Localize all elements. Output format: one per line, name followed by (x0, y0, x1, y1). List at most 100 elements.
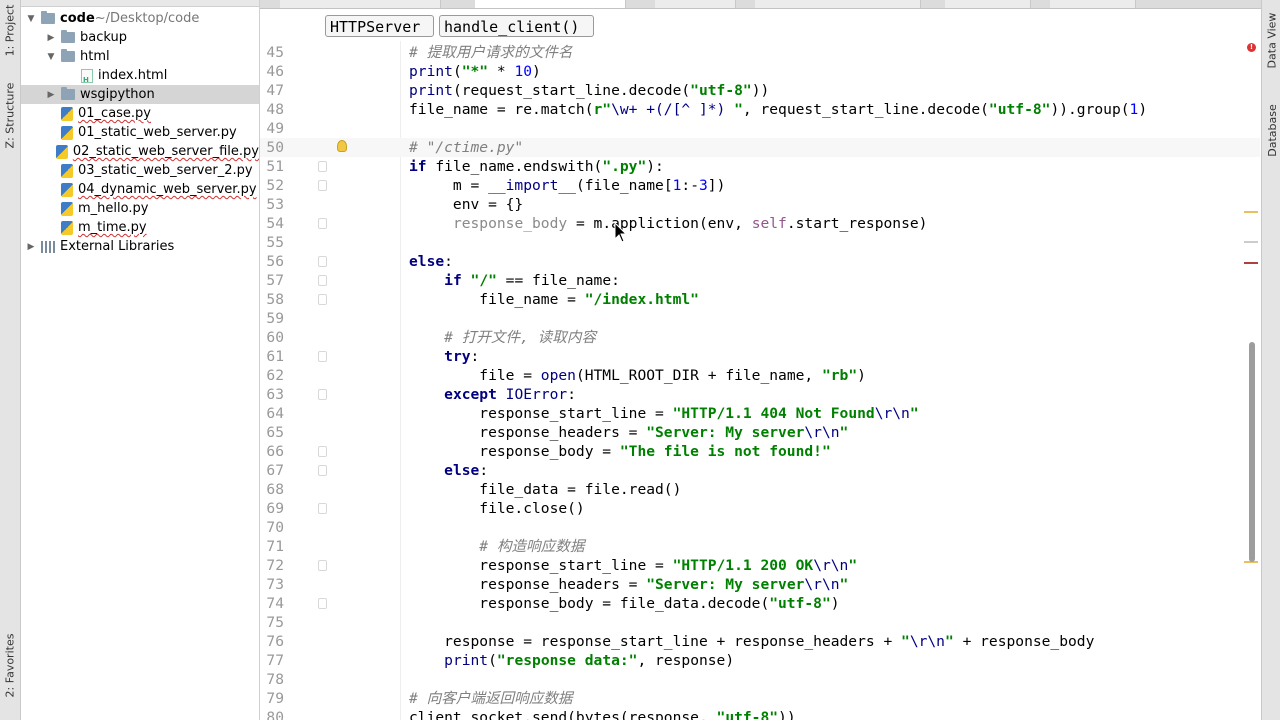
code-line[interactable]: 65 response_headers = "Server: My server… (260, 423, 1260, 442)
code-line[interactable]: 71 # 构造响应数据 (260, 537, 1260, 556)
fold-marker-icon[interactable] (318, 560, 327, 571)
chevron-right-icon[interactable]: ▶ (45, 33, 57, 43)
chevron-right-icon[interactable]: ▶ (25, 242, 37, 252)
code-line[interactable]: 45 # 提取用户请求的文件名 (260, 43, 1260, 62)
code-line[interactable]: 69 file.close() (260, 499, 1260, 518)
fold-marker-icon[interactable] (318, 161, 327, 172)
code-line[interactable]: 75 (260, 613, 1260, 632)
code-line[interactable]: 61 try: (260, 347, 1260, 366)
editor-tab[interactable] (755, 0, 921, 8)
code-line[interactable]: 66 response_body = "The file is not foun… (260, 442, 1260, 461)
code-line[interactable]: 59 (260, 309, 1260, 328)
fold-marker-icon[interactable] (318, 256, 327, 267)
editor-tab-active[interactable] (475, 0, 626, 8)
code-line[interactable]: 73 response_headers = "Server: My server… (260, 575, 1260, 594)
code-line[interactable]: 54 response_body = m.appliction(env, sel… (260, 214, 1260, 233)
code-text: # "/ctime.py" (409, 139, 524, 156)
breadcrumb-class[interactable]: HTTPServer (325, 15, 434, 37)
tree-item[interactable]: ▼ code ~/Desktop/code (21, 9, 259, 28)
fold-marker-icon[interactable] (318, 294, 327, 305)
code-line[interactable]: 46 print("*" * 10) (260, 62, 1260, 81)
code-line[interactable]: 79 # 向客户端返回响应数据 (260, 689, 1260, 708)
tree-item[interactable]: 04_dynamic_web_server.py (21, 180, 259, 199)
code-line[interactable]: 51 if file_name.endswith(".py"): (260, 157, 1260, 176)
tree-item[interactable]: ▶ wsgipython (21, 85, 259, 104)
code-line[interactable]: 53 env = {} (260, 195, 1260, 214)
tree-item[interactable]: ▶ External Libraries (21, 237, 259, 256)
fold-marker-icon[interactable] (318, 180, 327, 191)
fold-marker-icon[interactable] (318, 598, 327, 609)
code-line[interactable]: 48 file_name = re.match(r"\w+ +(/[^ ]*) "… (260, 100, 1260, 119)
database-tool-tab[interactable]: Database (1262, 90, 1280, 170)
code-text: response_body = m.appliction(env, self.s… (452, 215, 928, 232)
fold-marker-icon[interactable] (318, 503, 327, 514)
line-number: 66 (266, 443, 284, 460)
tree-item[interactable]: ▼ html (21, 47, 259, 66)
code-line[interactable]: 50 # "/ctime.py" (260, 138, 1260, 157)
tree-item[interactable]: 01_case.py (21, 104, 259, 123)
chevron-right-icon[interactable]: ▶ (45, 90, 57, 100)
editor-tab[interactable] (655, 0, 736, 8)
fold-marker-icon[interactable] (318, 446, 327, 457)
line-number: 45 (266, 44, 284, 61)
code-line[interactable]: 68 file_data = file.read() (260, 480, 1260, 499)
fold-marker-icon[interactable] (318, 389, 327, 400)
code-line[interactable]: 70 (260, 518, 1260, 537)
code-line[interactable]: 52 m = __import__(file_name[1:-3]) (260, 176, 1260, 195)
code-line[interactable]: 49 (260, 119, 1260, 138)
code-line[interactable]: 80 client_socket.send(bytes(response, "ut… (260, 708, 1260, 720)
code-line[interactable]: 77 print("response data:", response) (260, 651, 1260, 670)
info-marker[interactable] (1244, 241, 1258, 243)
structure-tool-tab[interactable]: Z: Structure (0, 70, 20, 160)
warning-marker[interactable] (1244, 211, 1258, 213)
tree-item[interactable]: index.html (21, 66, 259, 85)
code-text: else: (444, 462, 489, 479)
code-text: file = open(HTML_ROOT_DIR + file_name, "… (409, 367, 866, 384)
tree-item-label: 02_static_web_server_file.py (72, 144, 259, 159)
fold-marker-icon[interactable] (318, 465, 327, 476)
tree-item[interactable]: m_hello.py (21, 199, 259, 218)
fold-marker-icon[interactable] (318, 218, 327, 229)
code-line[interactable]: 47 print(request_start_line.decode("utf-8… (260, 81, 1260, 100)
code-line[interactable]: 63 except IOError: (260, 385, 1260, 404)
code-line[interactable]: 72 response_start_line = "HTTP/1.1 200 O… (260, 556, 1260, 575)
error-marker[interactable] (1244, 262, 1258, 264)
line-number: 78 (266, 671, 284, 688)
tree-item[interactable]: 01_static_web_server.py (21, 123, 259, 142)
fold-marker-icon[interactable] (318, 275, 327, 286)
code-editor[interactable]: 45 # 提取用户请求的文件名 46 print("*" * 10) 47 print(r… (260, 41, 1260, 720)
project-tool-tab[interactable]: 1: Project (0, 0, 20, 60)
code-line[interactable]: 76 response = response_start_line + resp… (260, 632, 1260, 651)
folder-icon (61, 87, 75, 100)
line-number: 48 (266, 101, 284, 118)
fold-marker-icon[interactable] (318, 351, 327, 362)
python-file-icon (61, 125, 73, 140)
code-line[interactable]: 74 response_body = file_data.decode("utf… (260, 594, 1260, 613)
code-text: # 向客户端返回响应数据 (409, 690, 573, 707)
tree-item[interactable]: m_time.py (21, 218, 259, 237)
lightbulb-icon[interactable] (337, 140, 347, 152)
chevron-down-icon[interactable]: ▼ (45, 52, 57, 62)
code-line[interactable]: 55 (260, 233, 1260, 252)
favorites-tool-tab[interactable]: 2: Favorites (0, 620, 20, 710)
tree-item[interactable]: 02_static_web_server_file.py (21, 142, 259, 161)
code-line[interactable]: 56 else: (260, 252, 1260, 271)
editor-tab[interactable] (945, 0, 1031, 8)
editor-tab[interactable] (280, 0, 441, 8)
chevron-down-icon[interactable]: ▼ (25, 14, 37, 24)
code-line[interactable]: 57 if "/" == file_name: (260, 271, 1260, 290)
editor-tab[interactable] (1050, 0, 1136, 8)
breadcrumb-method[interactable]: handle_client() (439, 15, 594, 37)
tree-item-label: html (80, 49, 110, 64)
code-line[interactable]: 60 # 打开文件, 读取内容 (260, 328, 1260, 347)
tree-item[interactable]: ▶ backup (21, 28, 259, 47)
code-line[interactable]: 67 else: (260, 461, 1260, 480)
code-line[interactable]: 62 file = open(HTML_ROOT_DIR + file_name… (260, 366, 1260, 385)
code-line[interactable]: 78 (260, 670, 1260, 689)
code-line[interactable]: 58 file_name = "/index.html" (260, 290, 1260, 309)
code-line[interactable]: 64 response_start_line = "HTTP/1.1 404 N… (260, 404, 1260, 423)
data-view-tool-tab[interactable]: Data View (1262, 0, 1280, 80)
line-number: 61 (266, 348, 284, 365)
tree-item[interactable]: 03_static_web_server_2.py (21, 161, 259, 180)
vertical-scrollbar-thumb[interactable] (1249, 342, 1255, 562)
